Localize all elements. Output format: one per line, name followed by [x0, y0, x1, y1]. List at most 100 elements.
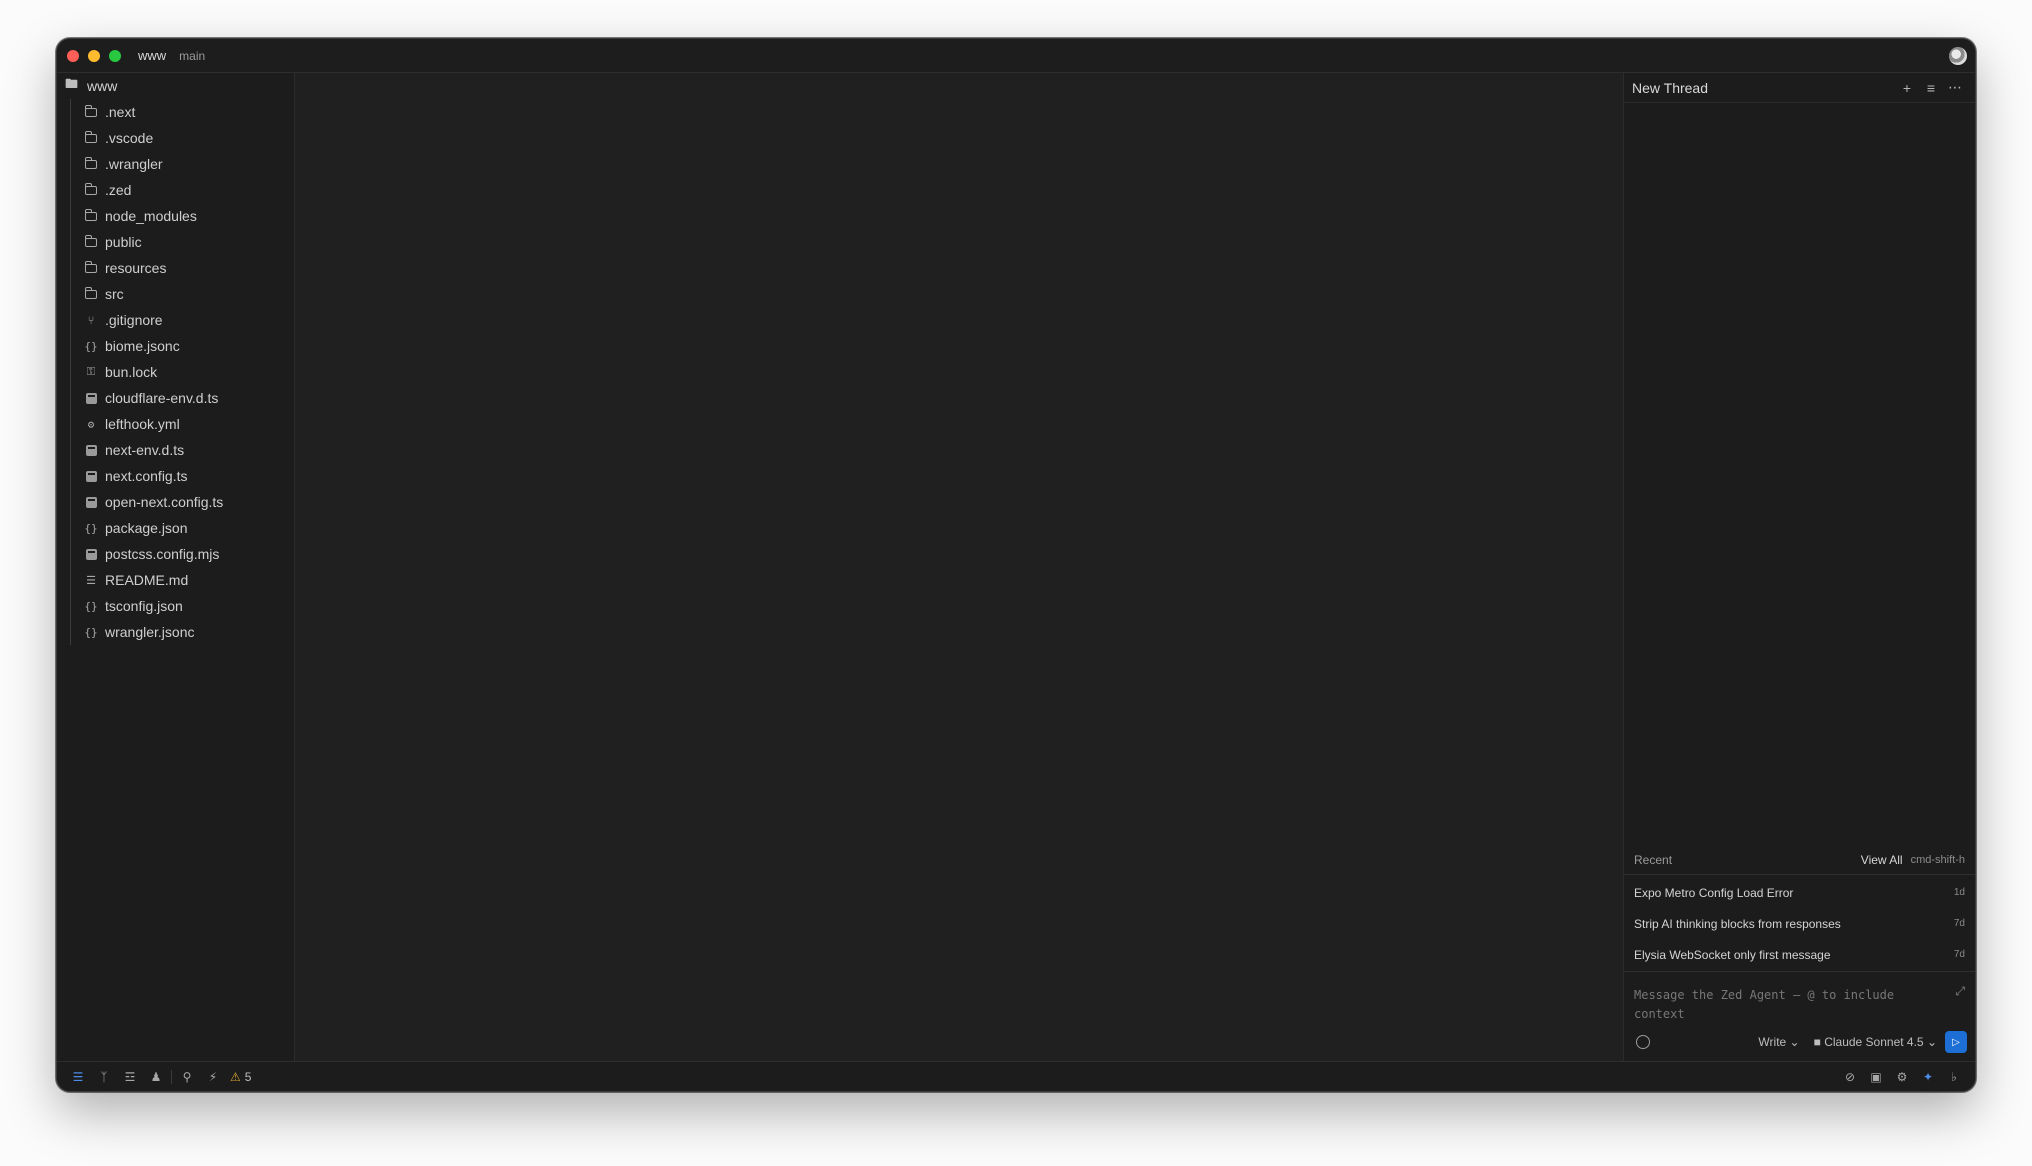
- tree-item[interactable]: node_modules: [57, 203, 294, 229]
- tree-item[interactable]: src: [57, 281, 294, 307]
- tree-item[interactable]: {} wrangler.jsonc: [57, 619, 294, 645]
- tree-item[interactable]: ⚙ lefthook.yml: [57, 411, 294, 437]
- tree-item[interactable]: .wrangler: [57, 151, 294, 177]
- md-file-icon: ☰: [86, 573, 96, 587]
- folder-icon: [84, 130, 98, 145]
- tree-item[interactable]: ☰ README.md: [57, 567, 294, 593]
- window-controls: [67, 49, 121, 62]
- recent-header: Recent View All cmd-shift-h: [1624, 845, 1975, 875]
- tree-item[interactable]: resources: [57, 255, 294, 281]
- ts-file-icon: [84, 391, 98, 405]
- folder-icon: [84, 182, 98, 197]
- tree-item[interactable]: .vscode: [57, 125, 294, 151]
- yml-file-icon: ⚙: [87, 417, 95, 431]
- user-avatar[interactable]: [1949, 47, 1967, 65]
- tree-item-label: next.config.ts: [105, 468, 188, 484]
- json-file-icon: {}: [84, 625, 98, 639]
- edit-prediction-off-icon[interactable]: ⊘: [1837, 1070, 1863, 1084]
- message-input[interactable]: Message the Zed Agent — @ to include con…: [1634, 986, 1934, 1024]
- tree-item-label: cloudflare-env.d.ts: [105, 390, 219, 406]
- tree-item-label: src: [105, 286, 124, 302]
- folder-icon: [84, 286, 98, 301]
- outline-panel-icon[interactable]: ☲: [117, 1070, 143, 1084]
- model-icon: ■: [1813, 1035, 1821, 1049]
- view-all-button[interactable]: View All: [1861, 853, 1903, 867]
- tree-item-label: .wrangler: [105, 156, 163, 172]
- json-file-icon: {}: [84, 339, 98, 353]
- maximize-window-button[interactable]: [109, 49, 121, 62]
- composer-toolbar: Write ⌄ ■ Claude Sonnet 4.5 ⌄ ▷: [1624, 1031, 1975, 1053]
- tree-item-label: biome.jsonc: [105, 338, 180, 354]
- tree-item[interactable]: .next: [57, 99, 294, 125]
- tree-item[interactable]: cloudflare-env.d.ts: [57, 385, 294, 411]
- tree-item-label: next-env.d.ts: [105, 442, 185, 458]
- minimize-window-button[interactable]: [88, 49, 100, 62]
- tree-item[interactable]: {} tsconfig.json: [57, 593, 294, 619]
- project-panel-icon[interactable]: ☰: [65, 1070, 91, 1084]
- folder-icon: [84, 104, 98, 119]
- mode-label: Write: [1758, 1035, 1787, 1049]
- tree-item[interactable]: .zed: [57, 177, 294, 203]
- git-branch[interactable]: main: [179, 49, 205, 63]
- git-panel-icon[interactable]: ᛉ: [91, 1070, 117, 1084]
- history-menu-icon[interactable]: ≡: [1919, 80, 1943, 96]
- js-file-icon: [84, 547, 98, 561]
- recent-thread-item[interactable]: Elysia WebSocket only first message 7d: [1624, 939, 1975, 970]
- more-options-icon[interactable]: ⋯: [1943, 79, 1967, 96]
- send-button[interactable]: ▷: [1945, 1031, 1967, 1053]
- agent-icon[interactable]: ✦: [1915, 1070, 1941, 1084]
- tree-item-label: tsconfig.json: [105, 598, 183, 614]
- view-all-shortcut: cmd-shift-h: [1910, 853, 1965, 866]
- lightning-icon[interactable]: ⚡: [200, 1070, 226, 1084]
- recent-thread-age: 1d: [1953, 887, 1965, 898]
- tree-item[interactable]: {} package.json: [57, 515, 294, 541]
- mode-selector[interactable]: Write ⌄: [1758, 1035, 1799, 1049]
- tree-item[interactable]: {} biome.jsonc: [57, 333, 294, 359]
- tree-item[interactable]: ⚿ bun.lock: [57, 359, 294, 385]
- project-name[interactable]: www: [138, 48, 166, 63]
- tree-item-label: lefthook.yml: [105, 416, 180, 432]
- tree-item[interactable]: open-next.config.ts: [57, 489, 294, 515]
- project-root[interactable]: 🖿 www: [57, 73, 294, 99]
- diagnostics-button[interactable]: ⚠ 5: [230, 1070, 251, 1084]
- expand-icon[interactable]: ⤢: [1955, 984, 1965, 999]
- search-icon[interactable]: ⚲: [174, 1070, 200, 1084]
- model-selector[interactable]: ■ Claude Sonnet 4.5 ⌄: [1814, 1035, 1937, 1049]
- agent-panel: New Thread + ≡ ⋯ Recent View All cmd-shi…: [1623, 73, 1975, 1061]
- tree-item[interactable]: next-env.d.ts: [57, 437, 294, 463]
- tree-item-label: .vscode: [105, 130, 154, 146]
- project-panel: 🖿 www .next .vscode .wrangler .zed node_modu…: [57, 73, 295, 1061]
- recent-thread-item[interactable]: Strip AI thinking blocks from responses 7…: [1624, 908, 1975, 939]
- collab-panel-icon[interactable]: ♟: [143, 1070, 169, 1084]
- title-bar: www main: [57, 39, 1975, 73]
- debug-icon[interactable]: ⚙: [1889, 1070, 1915, 1084]
- editor-area[interactable]: [295, 73, 1623, 1061]
- file-tree: .next .vscode .wrangler .zed node_modules pub…: [57, 99, 294, 645]
- recent-thread-item[interactable]: Expo Metro Config Load Error 1d: [1624, 877, 1975, 908]
- new-thread-plus-icon[interactable]: +: [1895, 80, 1919, 96]
- add-context-icon[interactable]: [1636, 1035, 1650, 1049]
- tree-item[interactable]: public: [57, 229, 294, 255]
- tree-item-label: resources: [105, 260, 167, 276]
- tree-item[interactable]: ⑂ .gitignore: [57, 307, 294, 333]
- agent-header: New Thread + ≡ ⋯: [1624, 73, 1975, 103]
- git-file-icon: ⑂: [87, 313, 95, 327]
- lock-file-icon: ⚿: [86, 365, 96, 378]
- tree-item-label: README.md: [105, 572, 189, 588]
- project-root-label: www: [87, 78, 118, 94]
- recent-thread-title: Expo Metro Config Load Error: [1634, 885, 1794, 900]
- recent-thread-title: Elysia WebSocket only first message: [1634, 947, 1831, 962]
- ts-file-icon: [84, 469, 98, 483]
- terminal-icon[interactable]: ▣: [1863, 1070, 1889, 1084]
- close-window-button[interactable]: [67, 49, 79, 62]
- tree-item[interactable]: next.config.ts: [57, 463, 294, 489]
- ts-file-icon: [84, 495, 98, 509]
- folder-icon: [84, 156, 98, 171]
- notification-bell-icon[interactable]: ♭: [1941, 1070, 1967, 1084]
- message-composer: Message the Zed Agent — @ to include con…: [1624, 971, 1975, 1061]
- folder-icon: [84, 208, 98, 223]
- folder-icon: [84, 234, 98, 249]
- tree-item[interactable]: postcss.config.mjs: [57, 541, 294, 567]
- folder-icon: [84, 260, 98, 275]
- zed-window: www main 🖿 www .next .vscode .wrangler .zed…: [56, 38, 1976, 1092]
